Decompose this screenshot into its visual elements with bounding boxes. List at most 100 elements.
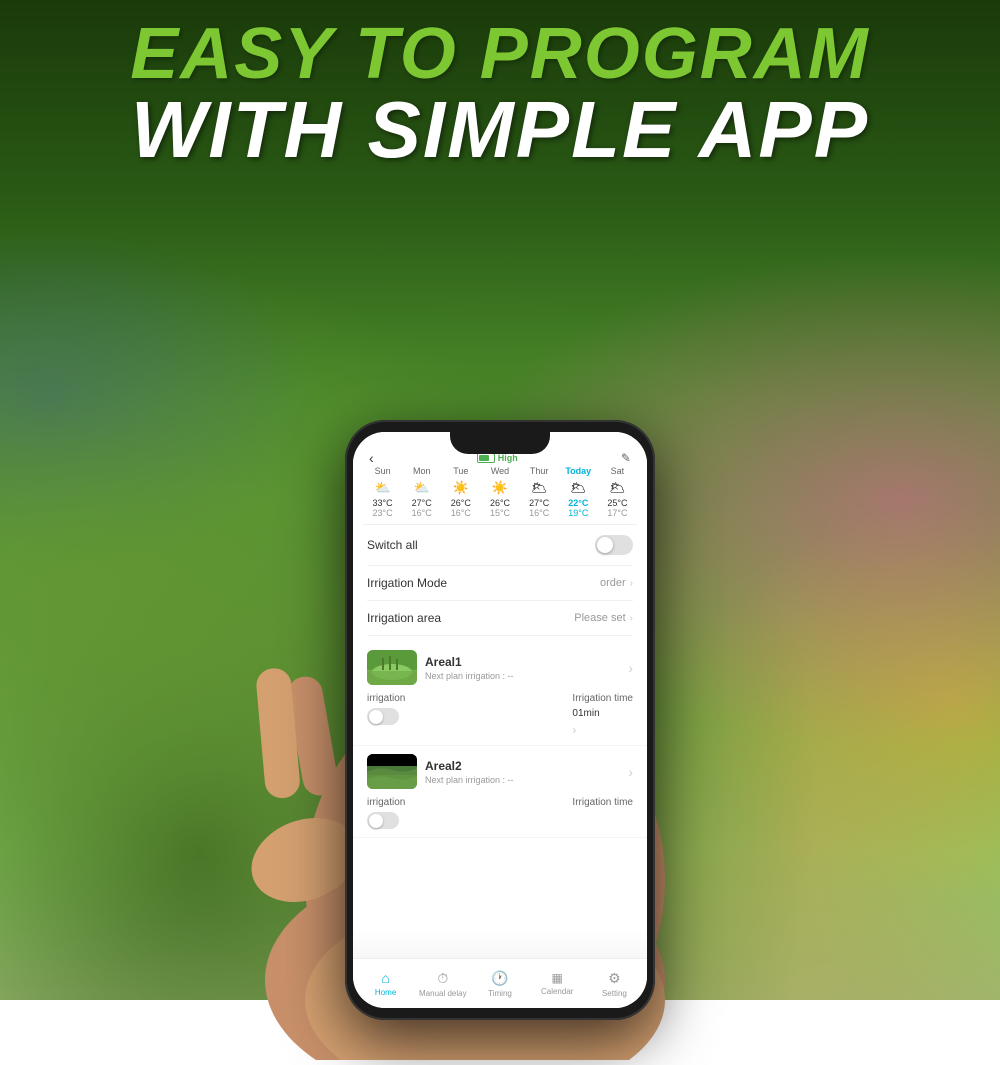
battery-indicator: High [477, 453, 518, 463]
day-mon: Mon [402, 464, 441, 478]
irrigation-mode-chevron: › [630, 578, 633, 589]
switch-all-label: Switch all [367, 538, 418, 552]
switch-all-toggle[interactable] [595, 535, 633, 555]
area1-time-chevron: › [572, 723, 633, 737]
icon-mon: ⛅ [402, 478, 441, 498]
low-tue: 16°C [441, 508, 480, 518]
day-sat: Sat [598, 464, 637, 478]
nav-home[interactable]: ⌂ Home [357, 970, 414, 997]
high-wed: 26°C [480, 498, 519, 508]
phone-notch [450, 432, 550, 454]
nav-setting[interactable]: ⚙ Setting [586, 970, 643, 998]
irrigation-area-text: Please set [574, 612, 625, 624]
area1-toggle-knob [369, 710, 383, 724]
area1-time-value: 01min [572, 708, 633, 719]
setting-icon: ⚙ [608, 970, 621, 987]
nav-timing[interactable]: 🕐 Timing [471, 970, 528, 998]
area1-chevron[interactable]: › [628, 660, 633, 676]
battery-label: High [498, 453, 518, 463]
area1-card: Areal1 Next plan irrigation : -- › irrig… [353, 642, 647, 746]
irrigation-area-value: Please set › [574, 612, 633, 624]
settings-section: Switch all Irrigation Mode order › [353, 525, 647, 636]
area1-irrigation-control: irrigation [367, 693, 405, 725]
low-today: 19°C [559, 508, 598, 518]
headline-1: EASY TO PROGRAM [0, 18, 1000, 90]
area1-time-label: Irrigation time [572, 693, 633, 704]
area-section: Areal1 Next plan irrigation : -- › irrig… [353, 642, 647, 838]
area2-controls: irrigation Irrigation time [367, 795, 633, 829]
area2-card: Areal2 Next plan irrigation : -- › irrig… [353, 746, 647, 838]
day-thur: Thur [520, 464, 559, 478]
icon-thur: 🌥 [520, 478, 559, 498]
area2-header: Areal2 Next plan irrigation : -- › [367, 754, 633, 789]
area2-irrigation-label: irrigation [367, 797, 405, 808]
nav-setting-label: Setting [602, 989, 627, 998]
area1-irrigation-toggle[interactable] [367, 708, 399, 725]
day-wed: Wed [480, 464, 519, 478]
area1-header: Areal1 Next plan irrigation : -- › [367, 650, 633, 685]
phone-body: ‹ High ✎ Sun Mon Tue Wed [345, 420, 655, 1020]
area1-info: Areal1 Next plan irrigation : -- [367, 650, 514, 685]
nav-manual[interactable]: ⏱ Manual delay [414, 970, 471, 998]
icon-today: 🌥 [559, 478, 598, 498]
irrigation-mode-text: order [600, 577, 626, 589]
area1-time-control[interactable]: Irrigation time 01min › [572, 693, 633, 737]
day-sun: Sun [363, 464, 402, 478]
bottom-nav: ⌂ Home ⏱ Manual delay 🕐 Timing ▦ Calenda… [353, 958, 647, 1008]
high-today: 22°C [559, 498, 598, 508]
area2-irrigation-toggle[interactable] [367, 812, 399, 829]
icon-wed: ☀️ [480, 478, 519, 498]
low-mon: 16°C [402, 508, 441, 518]
toggle-knob [597, 537, 613, 553]
edit-button[interactable]: ✎ [621, 451, 631, 465]
area1-controls: irrigation Irrigation time 01min › [367, 691, 633, 737]
phone-screen: ‹ High ✎ Sun Mon Tue Wed [353, 432, 647, 1008]
day-today: Today [559, 464, 598, 478]
area2-time-label: Irrigation time [572, 797, 633, 808]
area2-irrigation-control: irrigation [367, 797, 405, 829]
screen-content: ‹ High ✎ Sun Mon Tue Wed [353, 432, 647, 1008]
area2-toggle-knob [369, 814, 383, 828]
area2-next-plan: Next plan irrigation : -- [425, 775, 514, 785]
irrigation-mode-row[interactable]: Irrigation Mode order › [367, 566, 633, 601]
nav-manual-label: Manual delay [419, 989, 467, 998]
phone-container: ‹ High ✎ Sun Mon Tue Wed [345, 420, 655, 1020]
manual-icon: ⏱ [437, 970, 448, 987]
area1-next-plan: Next plan irrigation : -- [425, 671, 514, 681]
home-icon: ⌂ [381, 970, 389, 986]
area1-name: Areal1 [425, 655, 514, 669]
icon-sun: ⛅ [363, 478, 402, 498]
low-sat: 17°C [598, 508, 637, 518]
icon-sat: 🌥 [598, 478, 637, 498]
irrigation-mode-label: Irrigation Mode [367, 576, 447, 590]
nav-home-label: Home [375, 988, 396, 997]
area1-thumbnail [367, 650, 417, 685]
nav-calendar[interactable]: ▦ Calendar [529, 971, 586, 996]
low-thur: 16°C [520, 508, 559, 518]
area2-chevron[interactable]: › [628, 764, 633, 780]
irrigation-area-row[interactable]: Irrigation area Please set › [367, 601, 633, 636]
area2-time-control[interactable]: Irrigation time [572, 797, 633, 808]
nav-calendar-label: Calendar [541, 987, 573, 996]
weather-days: Sun Mon Tue Wed Thur Today Sat ⛅ ⛅ ☀️ ☀️… [363, 464, 637, 518]
area2-info: Areal2 Next plan irrigation : -- [367, 754, 514, 789]
icon-tue: ☀️ [441, 478, 480, 498]
screen-fade [353, 928, 647, 958]
weather-section: Sun Mon Tue Wed Thur Today Sat ⛅ ⛅ ☀️ ☀️… [353, 460, 647, 524]
irrigation-mode-value: order › [600, 577, 633, 589]
header-section: EASY TO PROGRAM WITH SIMPLE APP [0, 0, 1000, 170]
area1-text: Areal1 Next plan irrigation : -- [425, 655, 514, 681]
timing-icon: 🕐 [491, 970, 508, 987]
high-thur: 27°C [520, 498, 559, 508]
headline-2: WITH SIMPLE APP [0, 90, 1000, 170]
irrigation-area-chevron: › [630, 613, 633, 624]
high-sun: 33°C [363, 498, 402, 508]
irrigation-area-label: Irrigation area [367, 611, 441, 625]
low-wed: 15°C [480, 508, 519, 518]
area2-name: Areal2 [425, 759, 514, 773]
area2-text: Areal2 Next plan irrigation : -- [425, 759, 514, 785]
switch-all-row: Switch all [367, 525, 633, 566]
day-tue: Tue [441, 464, 480, 478]
nav-timing-label: Timing [488, 989, 512, 998]
high-mon: 27°C [402, 498, 441, 508]
